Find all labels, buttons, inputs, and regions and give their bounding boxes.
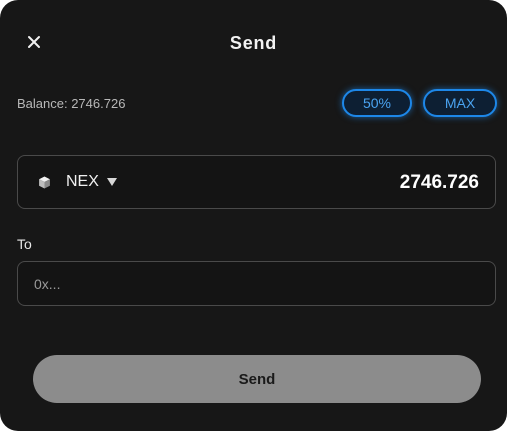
send-dialog: Send Balance: 2746.726 50% MAX NEX 2746.… (0, 0, 507, 431)
token-selector[interactable]: NEX (38, 173, 117, 191)
amount-value[interactable]: 2746.726 (400, 172, 479, 194)
amount-field: NEX 2746.726 (17, 155, 496, 209)
dialog-title: Send (229, 33, 278, 53)
send-button[interactable]: Send (33, 355, 481, 403)
recipient-address-input[interactable] (17, 261, 496, 306)
fifty-percent-button[interactable]: 50% (342, 89, 412, 117)
caret-down-icon (106, 178, 117, 186)
cube-icon (39, 176, 50, 188)
recipient-label: To (17, 236, 32, 252)
token-symbol: NEX (66, 173, 99, 190)
balance-text: Balance: 2746.726 (17, 96, 126, 111)
max-button[interactable]: MAX (423, 89, 497, 117)
